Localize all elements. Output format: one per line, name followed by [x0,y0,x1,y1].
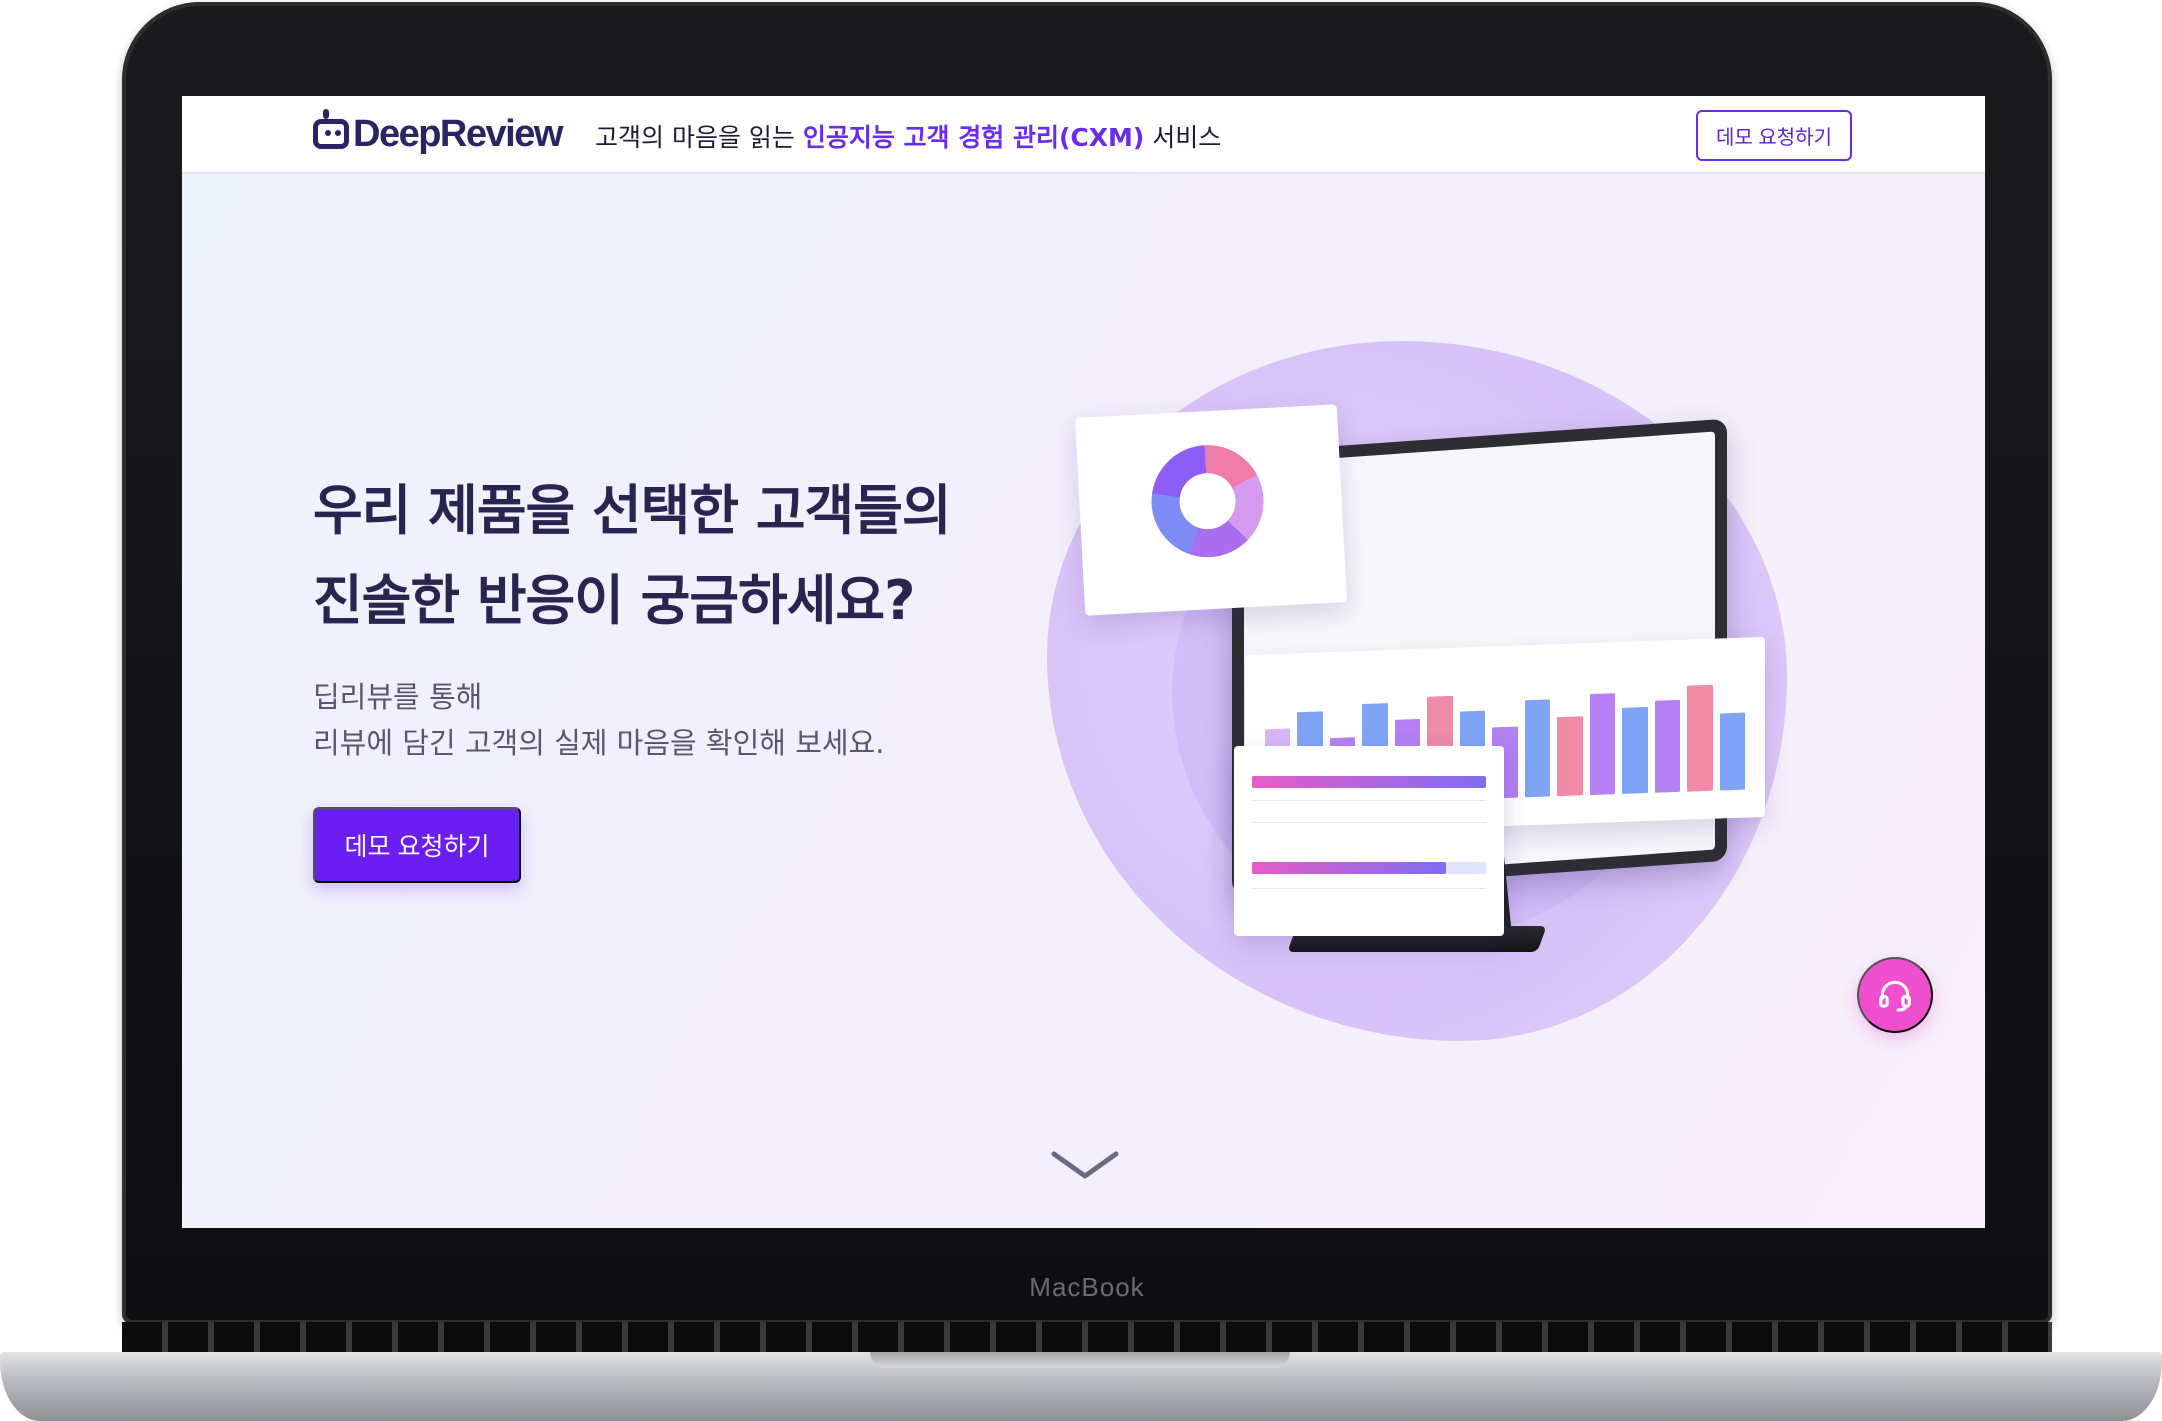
tagline-suffix: 서비스 [1144,123,1222,152]
hero-demo-request-button[interactable]: 데모 요청하기 [313,807,521,883]
laptop-keyboard [122,1322,2052,1356]
laptop-brand-label: MacBook [1029,1272,1145,1302]
hero-sub-line2: 리뷰에 담긴 고객의 실제 마음을 확인해 보세요. [313,726,885,760]
hero-heading-line1: 우리 제품을 선택한 고객들의 [313,479,952,542]
headset-icon [1879,980,1911,1012]
chevron-down-icon[interactable] [1050,1148,1120,1182]
browser-screen: DeepReview 고객의 마음을 읽는 인공지능 고객 경험 관리(CXM)… [182,96,1985,1228]
top-nav: DeepReview 고객의 마음을 읽는 인공지능 고객 경험 관리(CXM)… [182,96,1985,174]
tagline-highlight: 인공지능 고객 경험 관리(CXM) [802,123,1145,152]
illustration-divider-1 [1252,800,1486,801]
hero-heading-line2: 진솔한 반응이 궁금하세요? [313,569,915,632]
tagline-prefix: 고객의 마음을 읽는 [595,123,803,152]
illustration-progress-card [1234,746,1504,936]
hero-subtext: 딥리뷰를 통해 리뷰에 담긴 고객의 실제 마음을 확인해 보세요. [313,674,884,766]
laptop-base-notch [870,1352,1290,1368]
help-chat-button[interactable] [1857,957,1933,1033]
logo-text: DeepReview [353,112,563,155]
nav-demo-request-button[interactable]: 데모 요청하기 [1696,110,1852,161]
nav-tagline: 고객의 마음을 읽는 인공지능 고객 경험 관리(CXM) 서비스 [595,118,1221,154]
deepreview-logo[interactable]: DeepReview [313,109,563,155]
hero-sub-line1: 딥리뷰를 통해 [313,680,483,714]
illustration-progress-bar-1 [1252,776,1486,788]
hero-heading: 우리 제품을 선택한 고객들의 진솔한 반응이 궁금하세요? [313,466,1073,646]
robot-logo-icon [313,109,349,149]
illustration-divider-3 [1252,888,1486,889]
illustration-divider-2 [1252,822,1486,823]
illustration-donut-chart [1148,442,1267,561]
illustration-donut-card [1074,404,1348,616]
illustration-progress-bar-2 [1252,862,1446,874]
